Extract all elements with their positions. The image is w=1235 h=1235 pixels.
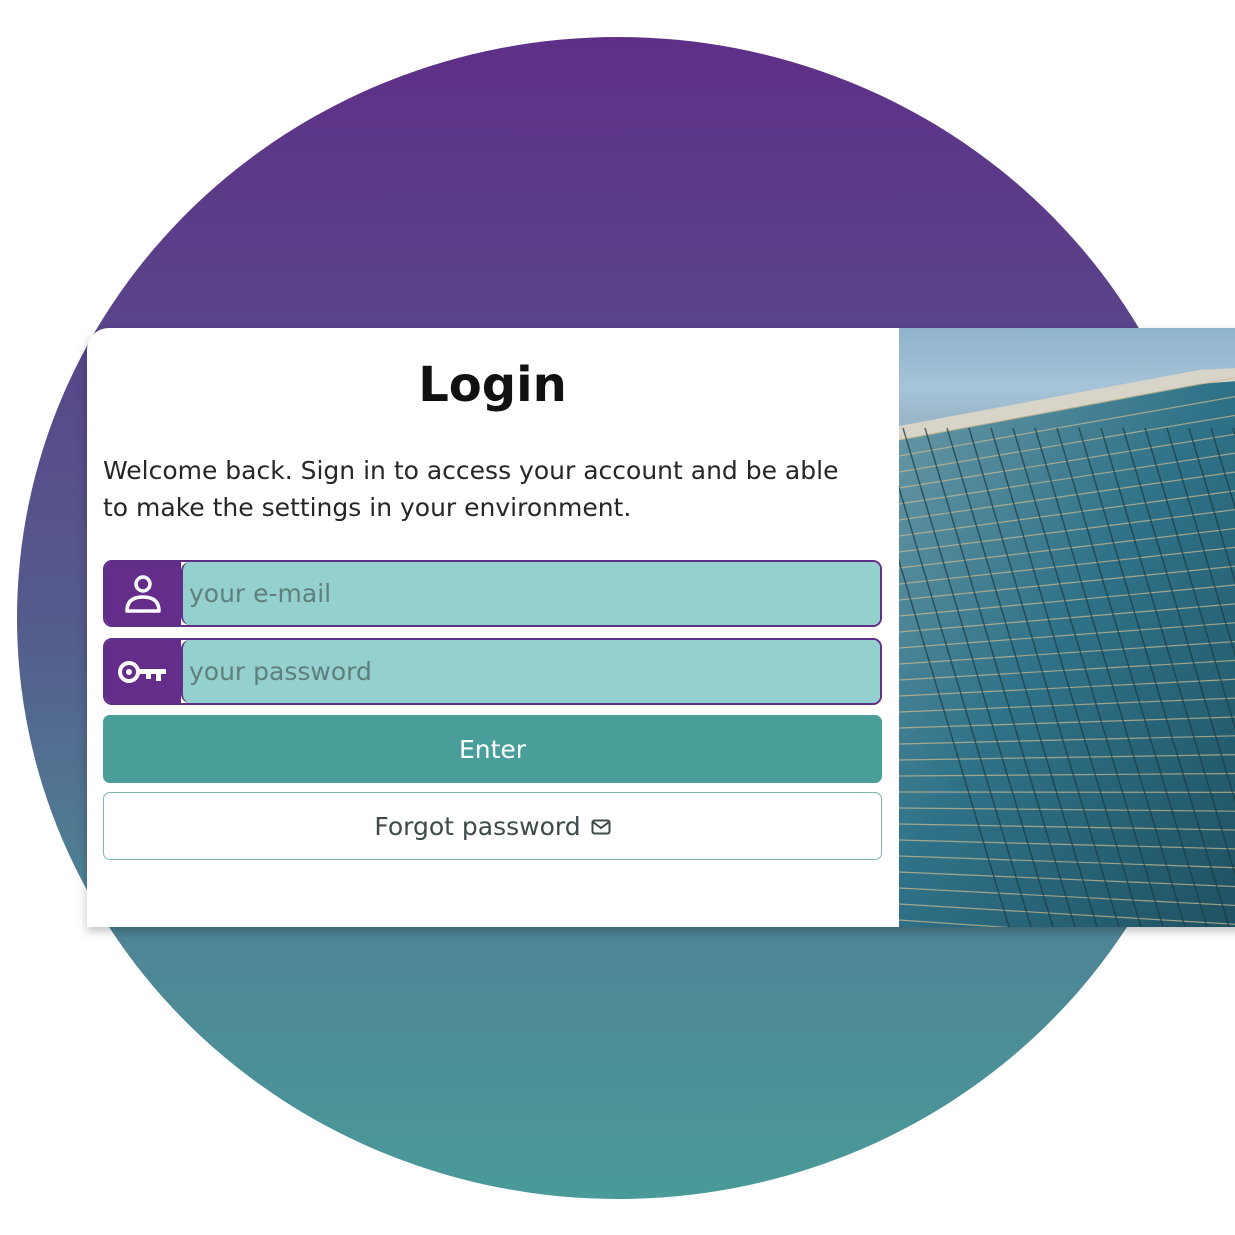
login-form: Login Welcome back. Sign in to access yo… [87,328,899,927]
password-field-group [103,638,882,705]
building-facade-graphic [899,368,1235,927]
email-field-group [103,560,882,627]
password-field[interactable] [181,640,880,703]
enter-button[interactable]: Enter [103,715,882,783]
envelope-icon [591,812,611,841]
welcome-text: Welcome back. Sign in to access your acc… [103,456,839,522]
page-title: Login [418,357,567,413]
forgot-password-label: Forgot password [374,811,581,841]
login-card: Login Welcome back. Sign in to access yo… [87,328,1235,927]
building-image [899,328,1235,927]
email-field[interactable] [181,562,880,625]
user-icon [105,562,181,625]
page: Login Welcome back. Sign in to access yo… [0,0,1235,1235]
key-icon [105,640,181,703]
forgot-password-button[interactable]: Forgot password [103,792,882,860]
